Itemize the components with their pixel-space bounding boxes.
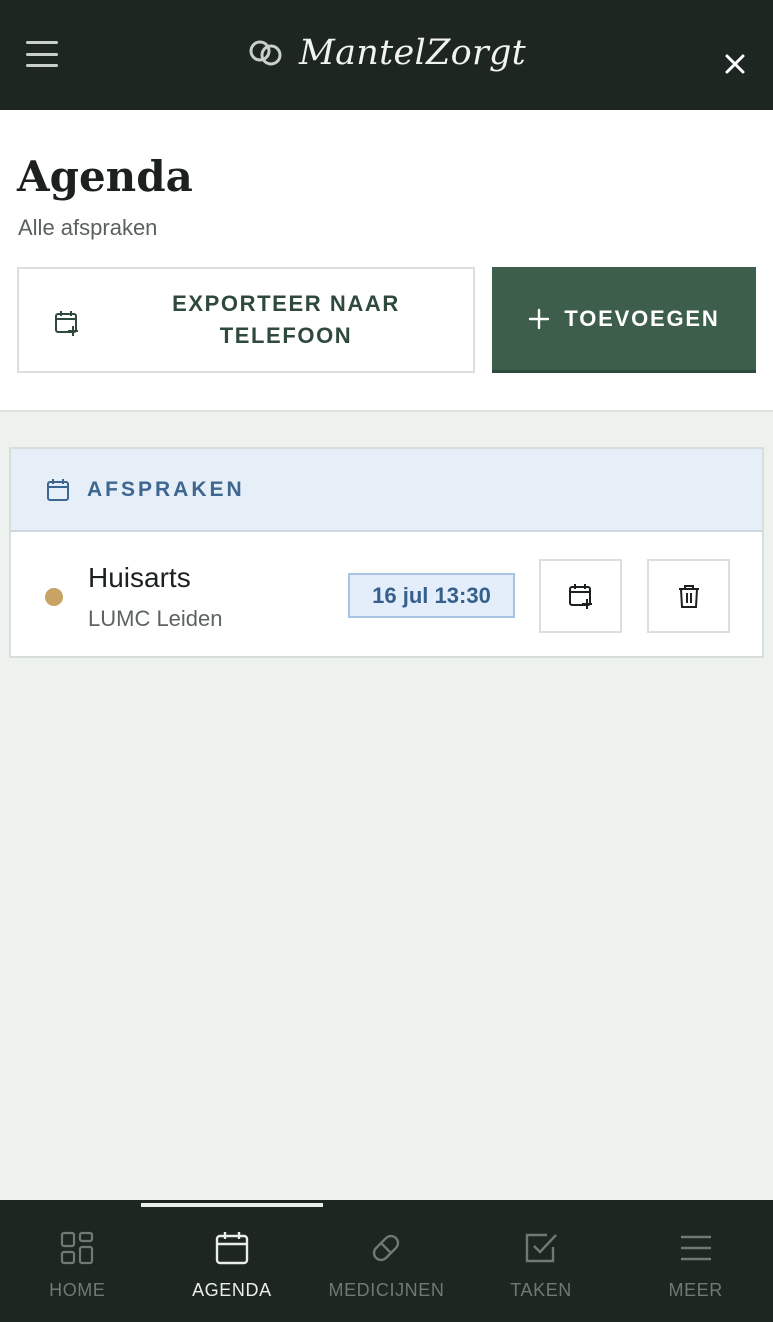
appointments-card-header: AFSPRAKEN <box>11 449 762 532</box>
nav-label: MEDICIJNEN <box>328 1280 445 1300</box>
page-subtitle: Alle afspraken <box>18 215 158 240</box>
nav-item-agenda[interactable]: AGENDA <box>140 1200 324 1322</box>
appointment-title: Huisarts <box>88 562 191 593</box>
nav-label: MEER <box>668 1280 723 1300</box>
close-icon[interactable] <box>723 52 747 76</box>
logo-icon <box>249 40 282 66</box>
export-button-label: EXPORTEER NAAR TELEFOON <box>172 291 400 348</box>
nav-label: AGENDA <box>192 1280 272 1300</box>
nav-label: HOME <box>49 1280 106 1300</box>
appointment-row[interactable]: Huisarts LUMC Leiden 16 jul 13:30 <box>11 532 762 656</box>
menu-icon <box>680 1235 711 1261</box>
calendar-plus-icon <box>568 584 592 609</box>
calendar-icon <box>47 478 69 501</box>
calendar-icon <box>215 1232 249 1265</box>
appointments-card: AFSPRAKEN Huisarts LUMC Leiden 16 jul 13… <box>9 447 764 658</box>
pill-icon <box>373 1234 400 1262</box>
section-heading: AFSPRAKEN <box>87 477 245 501</box>
brand: MantelZorgt <box>247 33 526 73</box>
status-dot <box>45 588 63 606</box>
delete-button[interactable] <box>647 559 730 633</box>
nav-label: TAKEN <box>510 1280 572 1300</box>
hamburger-menu-button[interactable] <box>24 38 60 70</box>
plus-icon <box>529 308 550 329</box>
appointment-date-badge: 16 jul 13:30 <box>348 573 515 618</box>
calendar-plus-icon <box>55 311 78 336</box>
nav-item-medicijnen[interactable]: MEDICIJNEN <box>309 1200 464 1322</box>
page-header: Agenda Alle afspraken EXPORTEER NAAR TEL… <box>0 110 773 412</box>
hamburger-line <box>26 52 58 56</box>
page-title: Agenda <box>17 152 193 201</box>
grid-icon <box>61 1231 94 1265</box>
hamburger-line <box>26 64 58 67</box>
appointment-location: LUMC Leiden <box>88 606 223 631</box>
app-title: MantelZorgt <box>298 33 527 73</box>
export-to-phone-button[interactable]: EXPORTEER NAAR TELEFOON <box>17 267 475 373</box>
hamburger-line <box>26 41 58 44</box>
nav-item-home[interactable]: HOME <box>0 1200 155 1322</box>
trash-icon <box>678 585 699 608</box>
nav-item-meer[interactable]: MEER <box>618 1200 773 1322</box>
add-to-calendar-button[interactable] <box>539 559 622 633</box>
add-button[interactable]: TOEVOEGEN <box>492 267 756 373</box>
add-button-label: TOEVOEGEN <box>564 305 720 331</box>
bottom-navigation: HOME AGENDA MEDICIJNEN TAKEN MEER <box>0 1200 773 1322</box>
nav-item-taken[interactable]: TAKEN <box>464 1200 619 1322</box>
active-indicator <box>140 1203 324 1207</box>
app-header: MantelZorgt <box>0 0 773 110</box>
checkbox-icon <box>525 1233 557 1263</box>
